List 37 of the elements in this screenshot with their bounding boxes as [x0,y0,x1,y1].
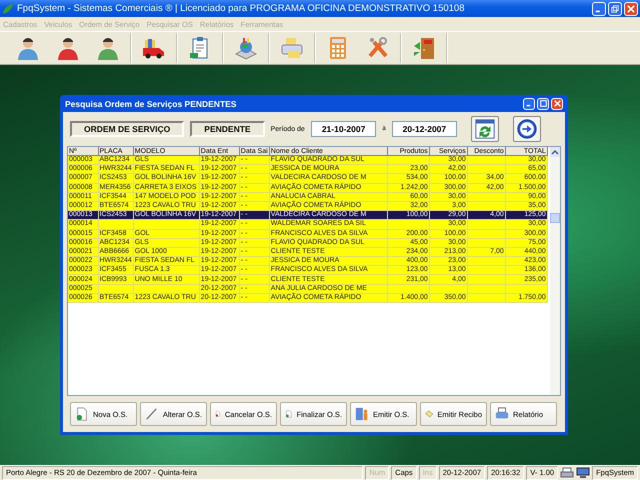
refresh-icon [474,118,496,140]
person-icon [56,36,80,60]
globe-icon [234,36,258,60]
new-document-icon [75,407,89,421]
minimize-button[interactable] [523,98,535,110]
date-from-field[interactable]: 21-10-2007 [310,121,376,137]
maximize-button[interactable] [537,98,549,110]
printer-icon [280,36,304,60]
maximize-icon [540,100,546,107]
tools-icon [366,36,390,60]
person-document-icon [355,407,369,421]
monitor-icon[interactable] [576,467,590,479]
close-icon [554,100,560,107]
person-icon [16,36,40,60]
truck-icon [142,36,166,60]
restore-icon [611,4,619,12]
next-button[interactable] [513,116,542,142]
scroll-up-icon[interactable] [550,147,560,157]
leaf-icon [2,2,14,14]
date-to-field[interactable]: 20-12-2007 [392,121,458,137]
type-label: ORDEM DE SERVIÇO [70,121,184,137]
close-button[interactable] [551,98,563,110]
restore-button[interactable] [608,2,622,16]
status-label: PENDENTE [190,121,265,137]
scrollbar[interactable] [550,147,560,395]
exit-door-icon [412,36,436,60]
refresh-button[interactable] [471,116,500,142]
close-button[interactable] [624,2,638,16]
dialog-title: Pesquisa Ordem de Serviços PENDENTES [65,98,236,108]
scroll-thumb[interactable] [550,213,560,223]
arrow-right-icon [516,118,538,140]
printer-icon[interactable] [560,467,574,479]
minimize-button[interactable] [592,2,606,16]
person-icon [96,36,120,60]
printer-icon [495,407,509,421]
window-title: FpqSystem - Sistemas Comerciais ® | Licenciado para PROGRAMA OFICINA DEMONSTRATIVO 150108 [17,3,466,14]
close-icon [627,4,635,12]
